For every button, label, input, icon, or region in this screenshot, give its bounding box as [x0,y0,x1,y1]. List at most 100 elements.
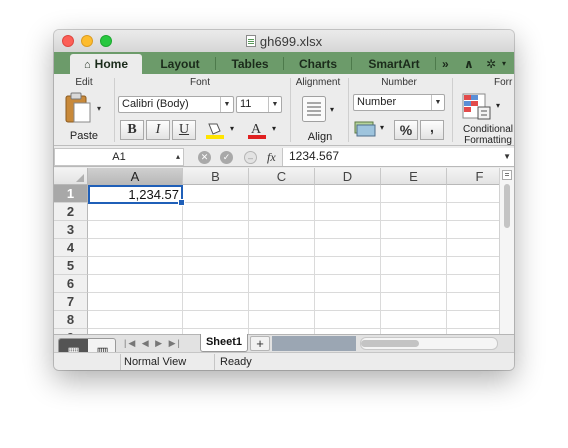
font-group-label: Font [189,77,210,88]
spreadsheet-document-icon [245,35,256,47]
align-button[interactable]: ▾ [302,96,338,126]
currency-chevron-icon: ▾ [380,123,385,132]
comma-style-button[interactable]: , [420,120,444,140]
row-header-8[interactable]: 8 [54,311,88,329]
paste-dropdown-chevron-icon[interactable]: ▾ [97,104,101,113]
tab-divider [435,57,436,70]
add-sheet-button[interactable]: + [250,336,270,351]
svg-text:A: A [251,122,262,137]
edit-group-label: Edit [75,77,93,88]
formula-builder-icon[interactable]: – [244,151,257,164]
conditional-formatting-label: Conditional [462,124,514,135]
horizontal-scroll-thumb[interactable] [361,340,419,347]
gridline [446,185,447,334]
font-size-chevron-icon: ▼ [268,97,281,112]
clipboard-icon [65,92,91,123]
fx-icon[interactable]: fx [267,150,276,165]
collapse-ribbon-icon[interactable]: ∧ [464,54,474,74]
font-color-chevron-icon: ▾ [272,124,277,133]
spreadsheet-grid[interactable]: A B C D E F 1 2 3 4 5 6 7 8 9 1,234.57 [54,168,499,334]
vertical-scroll-thumb[interactable] [504,184,510,228]
gridline [88,256,499,257]
align-label: Align [307,131,333,143]
title-bar: gh699.xlsx [54,30,514,52]
tab-tables[interactable]: Tables [218,54,282,74]
column-header-f[interactable]: F [447,168,499,185]
conditional-formatting-button[interactable]: ▾ Conditional Formatting [462,92,514,146]
gridline [88,274,499,275]
percent-style-button[interactable]: % [394,120,418,140]
ready-status: Ready [220,356,252,368]
row-header-7[interactable]: 7 [54,293,88,311]
font-color-icon: A [248,122,266,139]
gear-icon[interactable]: ✲ [486,54,496,74]
formula-bar: A1 ▴ ✕ ✓ – fx 1234.567 ▼ [54,147,514,167]
align-lines-icon [302,96,326,122]
tab-divider [215,57,216,70]
gridline [88,328,499,329]
tab-charts[interactable]: Charts [286,54,350,74]
highlight-color-button[interactable]: ▾ [204,120,240,140]
tab-layout[interactable]: Layout [146,54,214,74]
paste-button[interactable]: ▾ [64,92,108,126]
gridline [88,238,499,239]
currency-format-button[interactable]: ▾ [354,118,390,140]
highlight-chevron-icon: ▾ [230,124,235,133]
number-format-select[interactable]: Number ▼ [353,94,445,111]
font-size-select[interactable]: 11 ▼ [236,96,282,113]
formula-expand-chevron-icon[interactable]: ▼ [503,148,511,165]
vertical-scrollbar[interactable] [499,168,514,334]
gridline [380,185,381,334]
tab-home[interactable]: ⌂ Home [70,54,142,74]
group-divider [114,78,115,142]
column-header-b[interactable]: B [183,168,249,185]
cancel-edit-icon[interactable]: ✕ [198,151,211,164]
row-header-2[interactable]: 2 [54,203,88,221]
name-box-stepper-icon[interactable]: ▴ [176,149,180,165]
cell-a1[interactable]: 1,234.57 [88,185,185,206]
italic-button[interactable]: I [146,120,170,140]
row-header-4[interactable]: 4 [54,239,88,257]
column-header-e[interactable]: E [381,168,447,185]
highlight-bucket-icon [206,123,224,139]
align-chevron-icon: ▾ [330,105,335,114]
gear-dropdown-chevron-icon[interactable]: ▾ [502,54,506,74]
currency-bills-icon [354,121,376,137]
status-divider [214,354,215,370]
ribbon: Edit ▾ Paste Font Calibri (Body) ▼ 11 ▼ … [54,74,514,146]
confirm-edit-icon[interactable]: ✓ [220,151,233,164]
row-header-1[interactable]: 1 [54,185,88,203]
formula-input[interactable]: 1234.567 ▼ [282,148,514,166]
tab-smartart[interactable]: SmartArt [354,54,434,74]
column-header-c[interactable]: C [249,168,315,185]
sheet-navigation-arrows-icon[interactable]: |◀ ◀ ▶ ▶| [124,338,182,349]
gridline [182,185,183,334]
bold-button[interactable]: B [120,120,144,140]
excel-window: gh699.xlsx ⌂ Home Layout Tables Charts Sm… [54,30,514,370]
conditional-formatting-icon [462,93,491,120]
tab-overflow-icon[interactable]: » [442,54,449,74]
sheet-tab-bar: |◀ ◀ ▶ ▶| Sheet1 + [54,334,514,352]
paste-label: Paste [69,130,99,142]
tab-divider [351,57,352,70]
window-title-text: gh699.xlsx [259,34,323,49]
column-header-a[interactable]: A [88,168,183,185]
gridline [314,185,315,334]
view-mode-status: Normal View [124,356,187,368]
group-divider [290,78,291,142]
gridline [88,310,499,311]
font-family-select[interactable]: Calibri (Body) ▼ [118,96,234,113]
group-divider [348,78,349,142]
select-all-corner[interactable] [54,168,88,185]
horizontal-scrollbar[interactable] [360,337,498,350]
underline-button[interactable]: U [172,120,196,140]
font-color-button[interactable]: A ▾ [246,120,282,140]
column-header-d[interactable]: D [315,168,381,185]
name-box[interactable]: A1 ▴ [54,148,184,166]
row-header-6[interactable]: 6 [54,275,88,293]
status-divider [120,354,121,370]
split-view-icon[interactable] [502,170,512,180]
row-header-3[interactable]: 3 [54,221,88,239]
sheet-tab-sheet1[interactable]: Sheet1 [200,334,248,352]
row-header-5[interactable]: 5 [54,257,88,275]
